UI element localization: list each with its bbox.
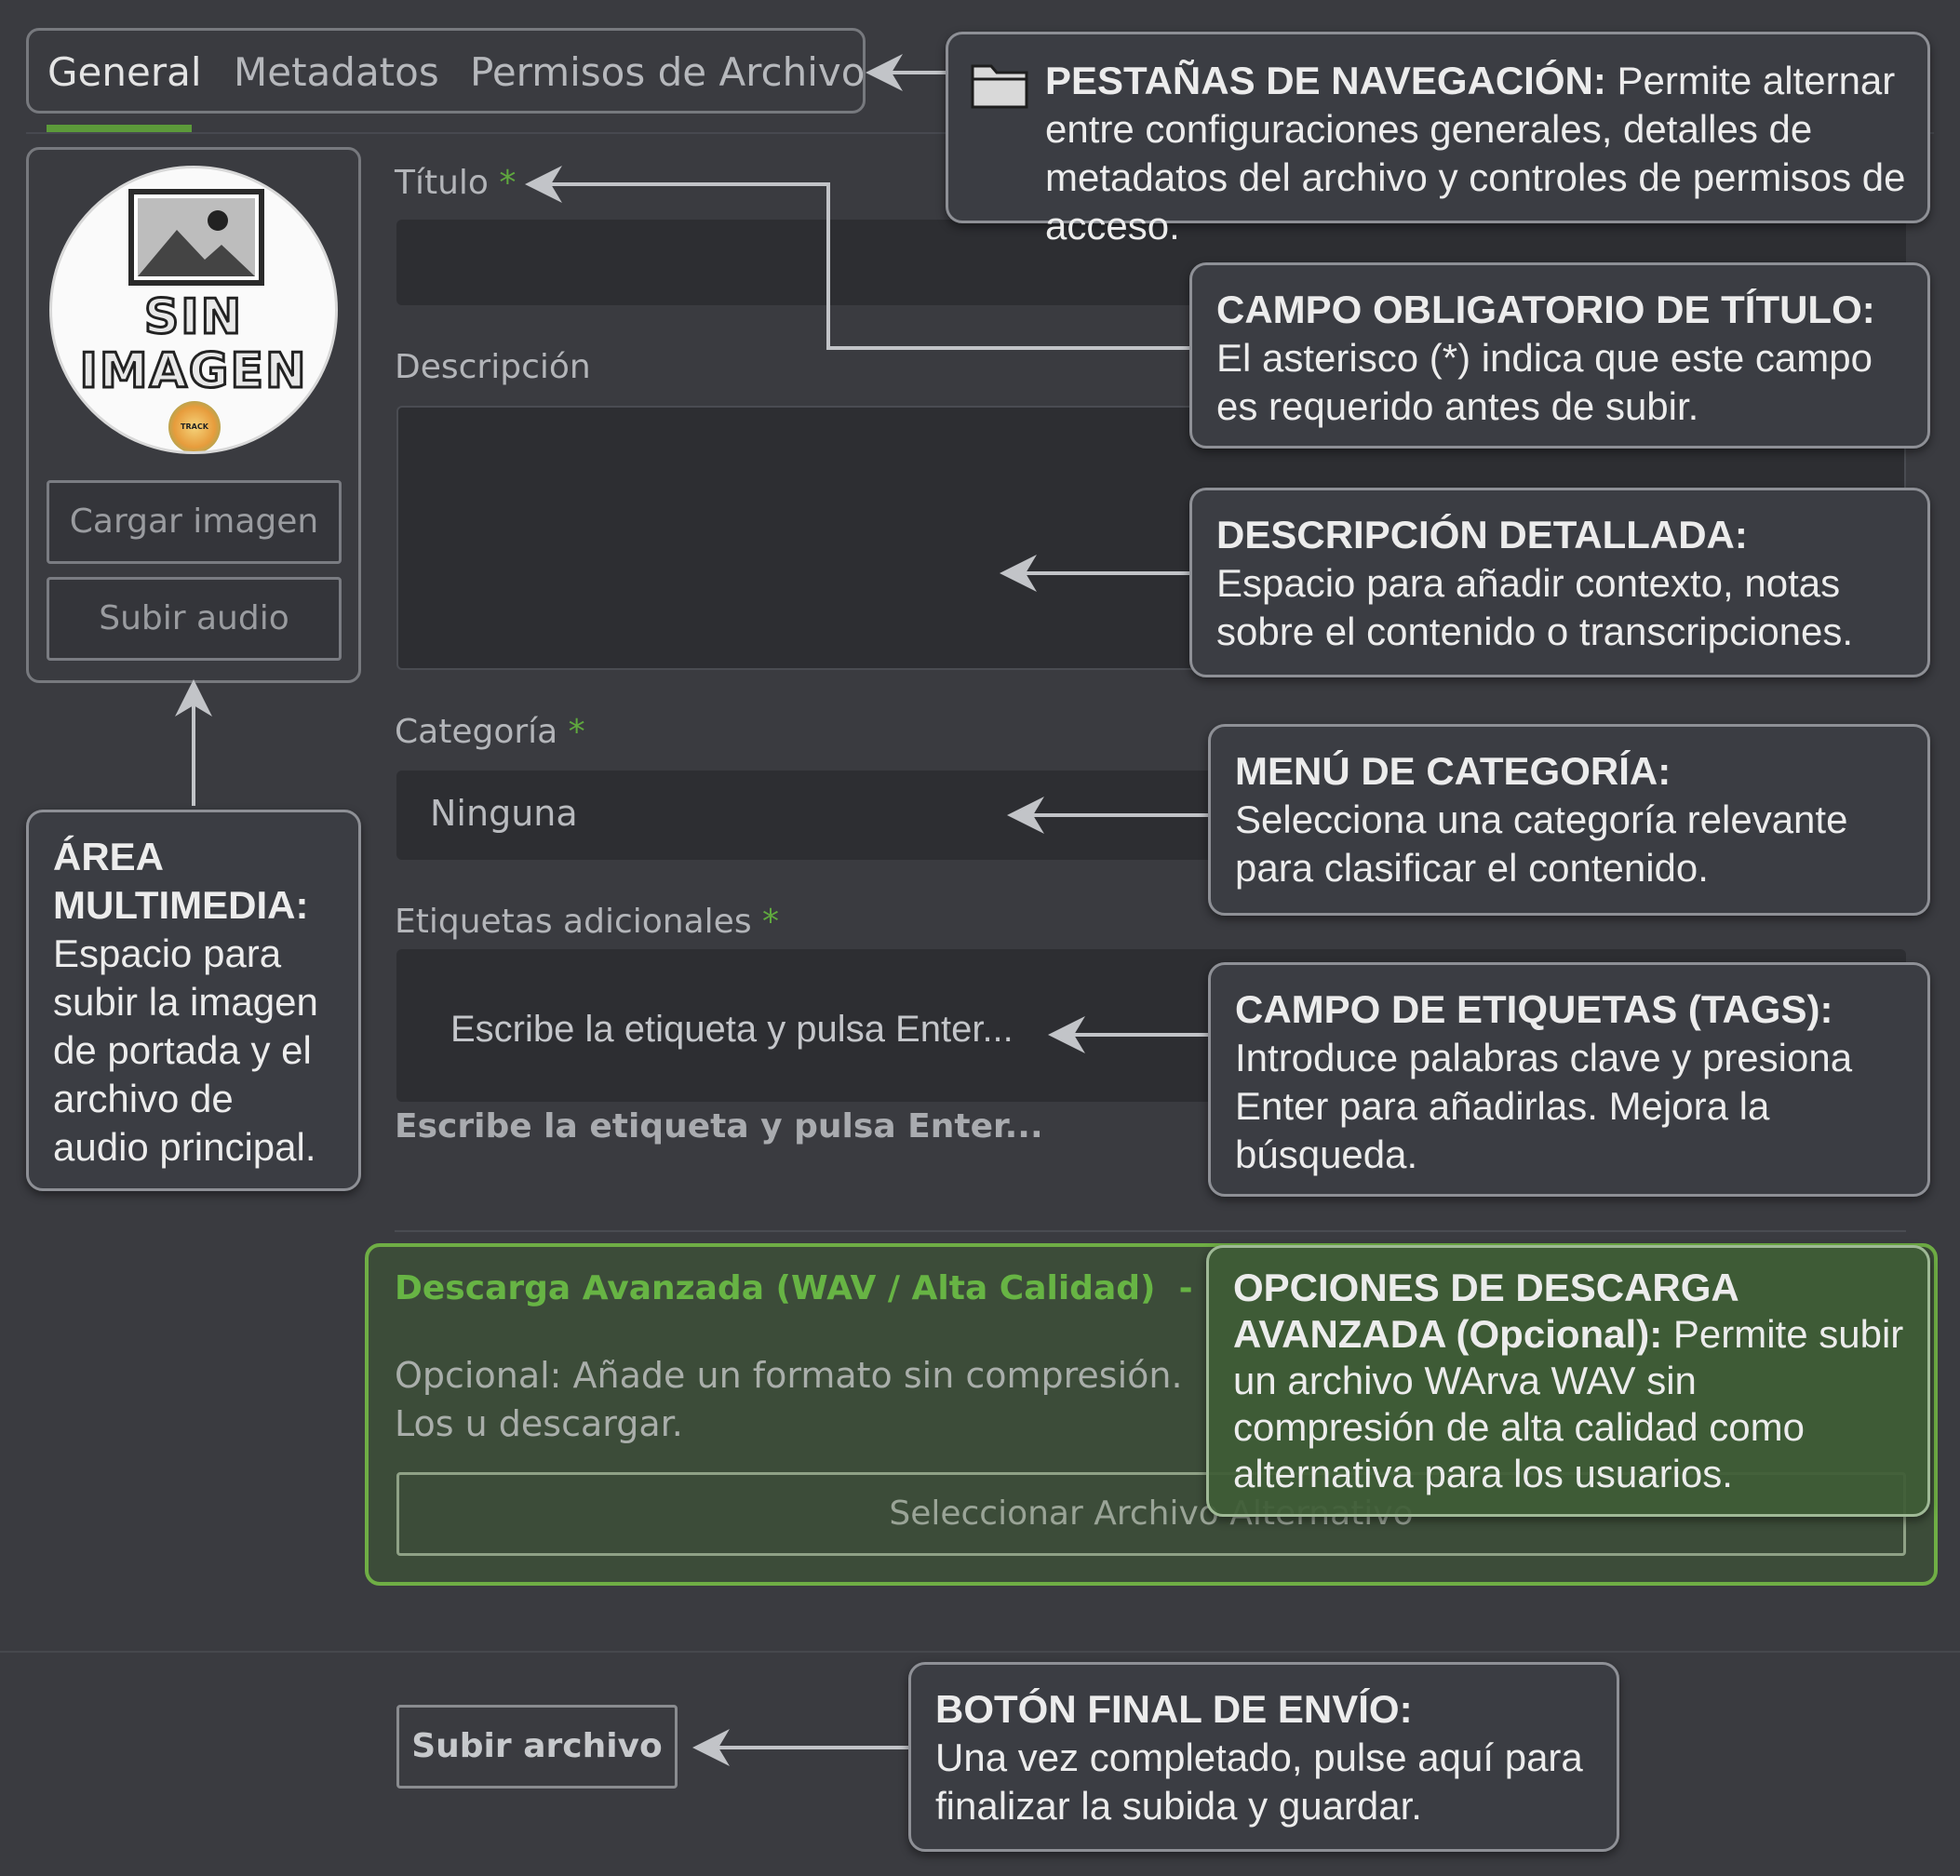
- callout-tags: CAMPO DE ETIQUETAS (TAGS): Introduce pala…: [1208, 962, 1930, 1197]
- callout-advanced: OPCIONES DE DESCARGA AVANZADA (Opcional)…: [1206, 1245, 1930, 1517]
- callout-category: MENÚ DE CATEGORÍA: Selecciona una categor…: [1208, 724, 1930, 916]
- callout-media: ÁREA MULTIMEDIA: Espacio para subir la im…: [26, 810, 361, 1191]
- callout-title: CAMPO OBLIGATORIO DE TÍTULO: El asterisco…: [1189, 262, 1930, 449]
- folder-icon: [971, 64, 1028, 109]
- callout-tabs: PESTAÑAS DE NAVEGACIÓN: Permite alternar…: [946, 32, 1930, 248]
- callout-description: DESCRIPCIÓN DETALLADA: Espacio para añadi…: [1189, 488, 1930, 677]
- callout-submit: BOTÓN FINAL DE ENVÍO: Una vez completado,…: [908, 1662, 1619, 1852]
